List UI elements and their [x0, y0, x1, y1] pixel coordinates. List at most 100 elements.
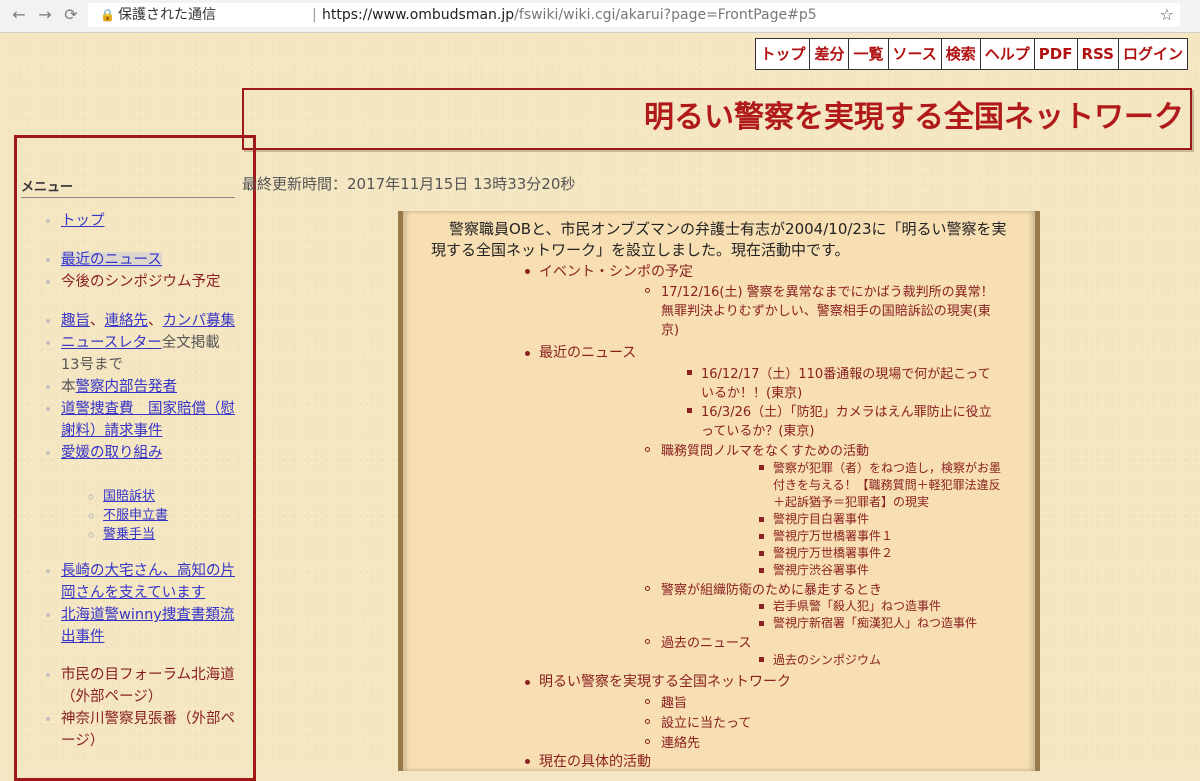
sidebar-group-3: 趣旨、連絡先、カンパ募集 ニュースレター全文掲載 13号まで 本警察内部告発者 … — [17, 310, 237, 464]
menu-rss[interactable]: RSS — [1076, 38, 1119, 70]
bullet — [759, 621, 764, 626]
sidebar-link-whistleblower[interactable]: 警察内部告発者 — [76, 379, 178, 395]
link-event-1[interactable]: 17/12/16(土) 警察を異常なまでにかばう裁判所の異常！ — [661, 281, 994, 300]
list-item: 不服申立書 — [103, 506, 237, 525]
sidebar-link-ehime[interactable]: 愛媛の取り組み — [61, 445, 163, 461]
norma-1-line3[interactable]: ＋起訴猶予＝犯罪者】の現実 — [773, 493, 929, 510]
link-norma[interactable]: 職務質問ノルマをなくすための活動 — [661, 440, 869, 459]
soshiki-1[interactable]: 岩手県警「殺人犯」ねつ造事件 — [773, 597, 941, 614]
bullet — [645, 739, 650, 744]
menu-heading: メニュー — [21, 180, 74, 195]
past-symposium[interactable]: 過去のシンポジウム — [773, 651, 881, 668]
sidebar-link-newsletter[interactable]: ニュースレター — [61, 335, 162, 351]
sidebar: メニュー トップ 最近のニュース 今後のシンポジウム予定 趣旨、連絡先、カンパ募… — [14, 135, 256, 781]
norma-2[interactable]: 警視庁目白署事件 — [773, 510, 869, 527]
network-2[interactable]: 設立に当たって — [661, 712, 751, 731]
sidebar-link-shushi[interactable]: 趣旨 — [61, 313, 90, 329]
top-menu: トップ 差分 一覧 ソース 検索 ヘルプ PDF RSS ログイン — [755, 38, 1188, 70]
event-1-line2[interactable]: 無罪判決よりむずかしい、警察相手の国賠訴訟の現実(東 — [661, 300, 991, 319]
norma-1[interactable]: 警察が犯罪（者）をねつ造し，検察がお墨 — [773, 459, 1001, 476]
sidebar-link-winny[interactable]: 北海道警winny捜査書類流出事件 — [61, 607, 234, 645]
link-soshiki[interactable]: 警察が組織防衛のために暴走するとき — [661, 579, 882, 598]
security-label: 保護された通信 — [118, 7, 216, 23]
sidebar-text-symposium: 今後のシンポジウム予定 — [61, 274, 221, 290]
bullet — [645, 719, 650, 724]
norma-1-line2[interactable]: 付きを与える！【職務質問＋軽犯罪法違反 — [773, 476, 1001, 493]
list-item: 長崎の大宅さん、高知の片岡さんを支えています — [61, 560, 237, 604]
bookmark-star-icon[interactable]: ☆ — [1160, 3, 1174, 27]
reload-icon[interactable]: ⟳ — [60, 4, 82, 26]
bullet — [759, 534, 764, 539]
url-path: /fswiki/wiki.cgi/akarui?page=FrontPage#p… — [514, 7, 817, 23]
url-text[interactable]: https://www.ombudsman.jp/fswiki/wiki.cgi… — [322, 3, 817, 27]
sidebar-link-nagasaki[interactable]: 長崎の大宅さん、高知の片岡さんを支えています — [61, 563, 235, 601]
network-3[interactable]: 連絡先 — [661, 732, 700, 751]
sidebar-link-renraku[interactable]: 連絡先 — [105, 313, 149, 329]
menu-top[interactable]: トップ — [755, 38, 811, 70]
menu-source[interactable]: ソース — [887, 38, 942, 70]
hon-prefix: 本 — [61, 379, 76, 395]
link-current[interactable]: 現在の具体的活動 — [539, 751, 651, 771]
list-item: 道警捜査費 国家賠償（慰謝料）請求事件 — [61, 398, 237, 442]
list-item: 市民の目フォーラム北海道（外部ページ） — [61, 664, 237, 708]
last-updated: 最終更新時間：2017年11月15日 13時33分20秒 — [242, 175, 576, 193]
link-recent-news[interactable]: 最近のニュース — [539, 342, 636, 362]
bullet — [759, 517, 764, 522]
link-network[interactable]: 明るい警察を実現する全国ネットワーク — [539, 671, 791, 691]
sidebar-link-doukei[interactable]: 道警捜査費 国家賠償（慰謝料）請求事件 — [61, 401, 235, 439]
address-separator: | — [312, 7, 317, 23]
menu-login[interactable]: ログイン — [1117, 38, 1188, 70]
news-2-line2[interactable]: っているか？(東京) — [701, 420, 815, 439]
list-item: トップ — [61, 210, 237, 232]
forward-icon[interactable]: → — [34, 4, 56, 26]
event-1-line3[interactable]: 京) — [661, 319, 679, 338]
link-past-news[interactable]: 過去のニュース — [661, 632, 751, 651]
norma-3[interactable]: 警視庁万世橋署事件１ — [773, 527, 893, 544]
list-item: 神奈川警察見張番（外部ページ） — [61, 708, 237, 752]
page-title: 明るい警察を実現する全国ネットワーク — [644, 100, 1184, 135]
sidebar-link-keijou[interactable]: 警乗手当 — [103, 527, 155, 542]
sidebar-link-kokubai[interactable]: 国賠訴状 — [103, 489, 155, 504]
link-event[interactable]: イベント・シンポの予定 — [539, 261, 693, 281]
sidebar-ehime-sub: 国賠訴状 不服申立書 警乗手当 — [17, 487, 237, 544]
bullet — [525, 680, 530, 685]
title-box: 明るい警察を実現する全国ネットワーク — [242, 88, 1192, 150]
bullet — [525, 269, 530, 274]
list-item: 本警察内部告発者 — [61, 376, 237, 398]
list-item: 国賠訴状 — [103, 487, 237, 506]
bullet — [759, 604, 764, 609]
sidebar-text-kanagawa[interactable]: 神奈川警察見張番（外部ページ） — [61, 711, 235, 749]
bullet — [759, 551, 764, 556]
menu-pdf[interactable]: PDF — [1033, 38, 1078, 70]
bullet — [759, 568, 764, 573]
list-item: 最近のニュース — [61, 249, 237, 271]
page: トップ 差分 一覧 ソース 検索 ヘルプ PDF RSS ログイン 明るい警察を… — [0, 33, 1200, 781]
soshiki-2[interactable]: 警視庁新宿署「痴漢犯人」ねつ造事件 — [773, 614, 977, 631]
sidebar-link-news[interactable]: 最近のニュース — [61, 252, 162, 268]
content-panel: 警察職員OBと、市民オンブズマンの弁護士有志が2004/10/23に「明るい警察… — [398, 211, 1040, 771]
sidebar-text-forum[interactable]: 市民の目フォーラム北海道（外部ページ） — [61, 667, 235, 705]
menu-help[interactable]: ヘルプ — [979, 38, 1035, 70]
menu-divider — [21, 197, 235, 198]
intro-text: 警察職員OBと、市民オンブズマンの弁護士有志が2004/10/23に「明るい警察… — [431, 220, 1007, 259]
sidebar-link-fufuku[interactable]: 不服申立書 — [103, 508, 168, 523]
menu-diff[interactable]: 差分 — [809, 38, 850, 70]
menu-search[interactable]: 検索 — [940, 38, 981, 70]
list-item: 趣旨、連絡先、カンパ募集 — [61, 310, 237, 332]
menu-list[interactable]: 一覧 — [848, 38, 889, 70]
sidebar-group-1: トップ — [17, 210, 237, 232]
norma-5[interactable]: 警視庁渋谷署事件 — [773, 561, 869, 578]
network-1[interactable]: 趣旨 — [661, 692, 687, 711]
sidebar-group-4: 長崎の大宅さん、高知の片岡さんを支えています 北海道警winny捜査書類流出事件 — [17, 560, 237, 648]
news-1-line2[interactable]: いるか！！(東京) — [701, 382, 802, 401]
separator: 、 — [148, 313, 163, 329]
list-item: 今後のシンポジウム予定 — [61, 271, 237, 293]
sidebar-link-top[interactable]: トップ — [61, 213, 105, 229]
sidebar-link-kanpa[interactable]: カンパ募集 — [163, 313, 236, 329]
norma-4[interactable]: 警視庁万世橋署事件２ — [773, 544, 893, 561]
news-2[interactable]: 16/3/26（土）「防犯」カメラはえん罪防止に役立 — [701, 401, 992, 420]
news-1[interactable]: 16/12/17（土）110番通報の現場で何が起こって — [701, 363, 991, 382]
list-item: 愛媛の取り組み — [61, 442, 237, 464]
back-icon[interactable]: ← — [8, 4, 30, 26]
address-bar[interactable]: 🔒 保護された通信 | https://www.ombudsman.jp/fsw… — [88, 3, 1180, 27]
